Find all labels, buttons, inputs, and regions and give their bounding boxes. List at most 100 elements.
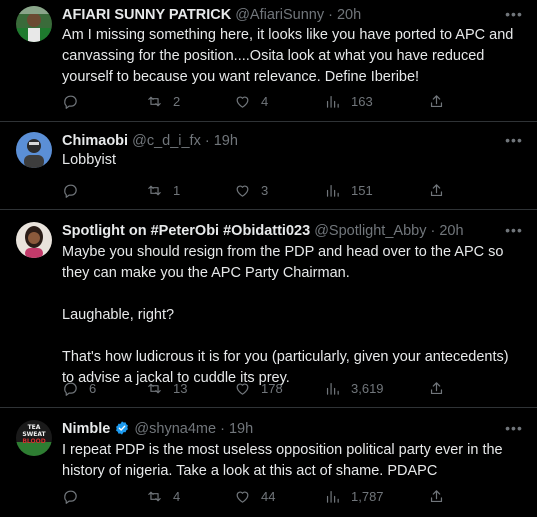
retweet-button[interactable]: 13 — [146, 378, 187, 398]
more-dots-icon[interactable]: ••• — [505, 223, 523, 241]
tweet-actions: 4 44 1,787 — [62, 486, 517, 506]
tweet-actions: 2 4 163 — [62, 91, 517, 111]
retweet-count: 1 — [173, 182, 181, 198]
reply-button[interactable] — [62, 180, 89, 200]
avatar[interactable] — [16, 132, 52, 168]
tweet-text: Lobbyist — [62, 150, 515, 171]
share-icon — [430, 489, 443, 502]
user-handle[interactable]: @AfiariSunny — [235, 7, 324, 23]
reply-feed: AFIARI SUNNY PATRICK @AfiariSunny · 20h … — [0, 0, 537, 517]
tweet-paragraph: Lobbyist — [62, 152, 117, 168]
like-count: 4 — [261, 93, 269, 109]
retweet-button[interactable]: 2 — [146, 91, 180, 111]
views-button[interactable]: 151 — [324, 180, 373, 200]
tweet-actions: 1 3 151 — [62, 180, 517, 200]
user-handle[interactable]: @c_d_i_fx — [132, 133, 201, 149]
tweet[interactable]: Spotlight on #PeterObi #Obidatti023 @Spo… — [0, 210, 537, 408]
display-name[interactable]: Nimble — [62, 421, 110, 437]
views-icon — [326, 184, 339, 197]
views-button[interactable]: 3,619 — [324, 378, 384, 398]
separator: · — [430, 223, 436, 239]
user-handle[interactable]: @Spotlight_Abby — [314, 223, 426, 239]
views-button[interactable]: 163 — [324, 91, 373, 111]
heart-icon — [236, 96, 249, 108]
timestamp[interactable]: 20h — [439, 223, 463, 239]
tweet-header: Nimble @shyna4me · 19h — [62, 419, 497, 439]
tweet-actions: 6 13 178 3,619 — [62, 378, 517, 398]
share-button[interactable] — [428, 486, 445, 506]
view-count: 163 — [351, 93, 373, 109]
tweet-paragraph: Am I missing something here, it looks li… — [62, 27, 514, 85]
retweet-icon — [148, 185, 161, 195]
separator: · — [220, 421, 225, 437]
like-button[interactable]: 178 — [234, 378, 283, 398]
timestamp[interactable]: 19h — [229, 421, 253, 437]
views-icon — [326, 382, 339, 395]
like-button[interactable]: 44 — [234, 486, 275, 506]
tweet-text: I repeat PDP is the most useless opposit… — [62, 440, 515, 482]
retweet-button[interactable]: 4 — [146, 486, 180, 506]
share-button[interactable] — [428, 91, 445, 111]
share-button[interactable] — [428, 180, 445, 200]
retweet-count: 4 — [173, 488, 181, 504]
like-count: 44 — [261, 488, 276, 504]
separator: · — [204, 133, 210, 149]
tweet-text: Am I missing something here, it looks li… — [62, 25, 515, 88]
avatar[interactable] — [16, 222, 52, 258]
tweet-paragraph: I repeat PDP is the most useless opposit… — [62, 442, 503, 479]
retweet-icon — [148, 96, 161, 106]
share-button[interactable] — [428, 378, 445, 398]
display-name[interactable]: Chimaobi — [62, 133, 128, 149]
user-handle[interactable]: @shyna4me — [134, 421, 216, 437]
like-button[interactable]: 3 — [234, 180, 268, 200]
display-name[interactable]: Spotlight on #PeterObi #Obidatti023 — [62, 223, 310, 239]
display-name[interactable]: AFIARI SUNNY PATRICK — [62, 7, 231, 23]
views-button[interactable]: 1,787 — [324, 486, 384, 506]
verified-badge-icon — [116, 421, 129, 435]
retweet-count: 13 — [173, 380, 188, 396]
separator: · — [328, 7, 333, 23]
tweet-paragraph: Laughable, right? — [62, 307, 175, 323]
more-dots-icon[interactable]: ••• — [505, 133, 523, 151]
timestamp[interactable]: 19h — [214, 133, 238, 149]
tweet-header: Chimaobi @c_d_i_fx · 19h — [62, 131, 497, 151]
tweet[interactable]: TEA SWEAT BLOOD Nimble @shyna4me · 19h •… — [0, 408, 537, 517]
avatar[interactable]: TEA SWEAT BLOOD — [16, 420, 52, 456]
tweet-header: Spotlight on #PeterObi #Obidatti023 @Spo… — [62, 221, 497, 241]
more-dots-icon[interactable]: ••• — [505, 421, 523, 439]
heart-icon — [236, 185, 249, 197]
share-icon — [430, 381, 443, 394]
share-icon — [430, 183, 443, 196]
views-icon — [326, 95, 339, 108]
like-count: 3 — [261, 182, 269, 198]
retweet-icon — [148, 491, 161, 501]
timestamp[interactable]: 20h — [337, 7, 361, 23]
tweet-text: Maybe you should resign from the PDP and… — [62, 242, 515, 389]
avatar-text: SWEAT — [22, 431, 46, 438]
view-count: 151 — [351, 182, 373, 198]
like-count: 178 — [261, 380, 283, 396]
reply-button[interactable] — [62, 486, 89, 506]
reply-count: 6 — [89, 380, 97, 396]
like-button[interactable]: 4 — [234, 91, 268, 111]
reply-icon — [64, 490, 77, 504]
avatar-text: TEA — [28, 424, 41, 431]
reply-icon — [64, 95, 77, 109]
reply-button[interactable]: 6 — [62, 378, 96, 398]
view-count: 3,619 — [351, 380, 384, 396]
more-dots-icon[interactable]: ••• — [505, 7, 523, 25]
avatar-text: BLOOD — [22, 438, 45, 445]
share-icon — [430, 94, 443, 107]
tweet-header: AFIARI SUNNY PATRICK @AfiariSunny · 20h — [62, 5, 497, 25]
reply-icon — [64, 184, 77, 198]
tweet[interactable]: AFIARI SUNNY PATRICK @AfiariSunny · 20h … — [0, 0, 537, 122]
views-icon — [326, 490, 339, 503]
retweet-button[interactable]: 1 — [146, 180, 180, 200]
retweet-icon — [148, 383, 161, 393]
reply-icon — [64, 382, 77, 396]
tweet[interactable]: Chimaobi @c_d_i_fx · 19h ••• Lobbyist 1 … — [0, 122, 537, 210]
avatar[interactable] — [16, 6, 52, 42]
reply-button[interactable] — [62, 91, 89, 111]
retweet-count: 2 — [173, 93, 181, 109]
tweet-paragraph: Maybe you should resign from the PDP and… — [62, 244, 504, 281]
